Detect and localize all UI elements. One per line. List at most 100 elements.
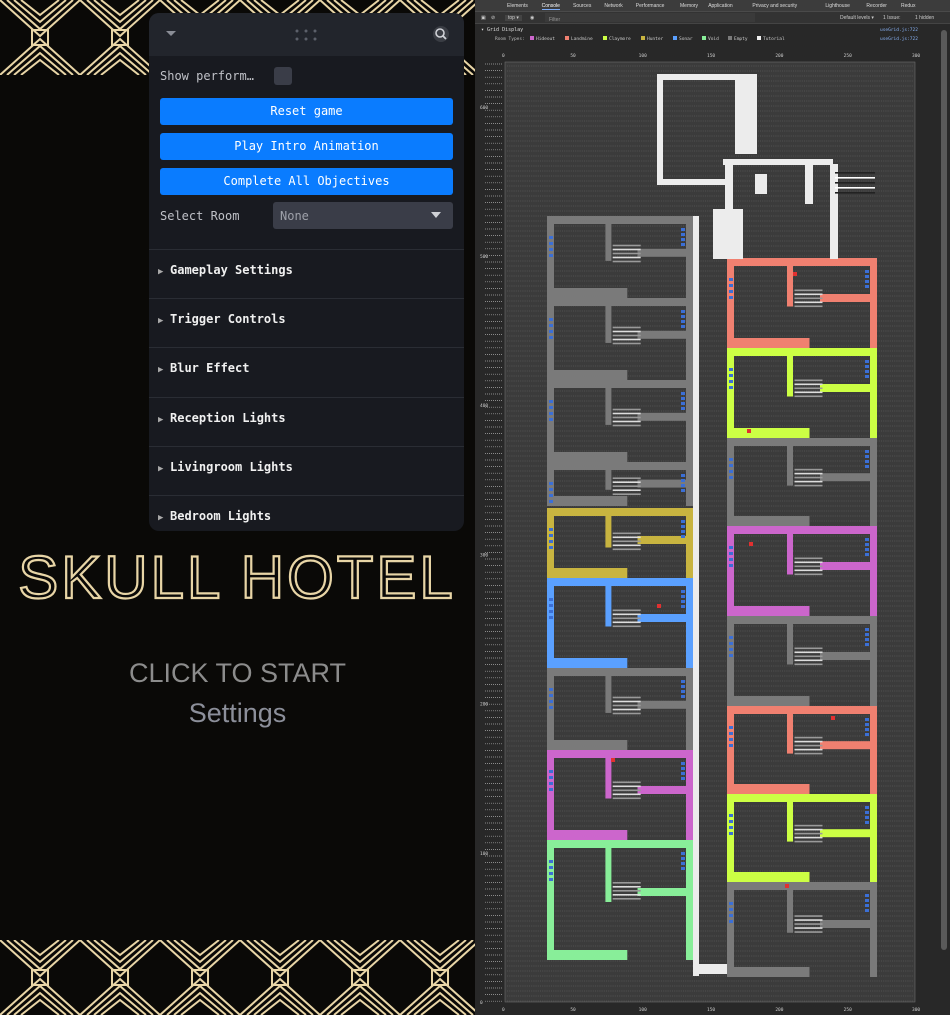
log-levels-select[interactable]: Default levels ▾	[840, 15, 874, 21]
x-tick-label: 0	[502, 53, 505, 59]
x-tick-label-bottom: 250	[844, 1007, 852, 1013]
folder-trigger-controls[interactable]: ▶ Trigger Controls	[149, 298, 464, 347]
devtools-tab-elements[interactable]: Elements	[507, 3, 528, 9]
legend-label: Hideout	[536, 36, 555, 42]
folder-reception-lights[interactable]: ▶ Reception Lights	[149, 397, 464, 446]
y-tick-label: 500	[480, 254, 488, 260]
folder-arrow-icon: ▶	[158, 415, 164, 425]
x-tick-label: 150	[707, 53, 715, 59]
click-to-start-text[interactable]: CLICK TO START	[0, 658, 475, 689]
show-performance-row: Show perform…	[160, 66, 453, 86]
legend-label: Landmine	[571, 36, 593, 42]
x-tick-label: 200	[775, 53, 783, 59]
devtools-tab-console[interactable]: Console	[541, 3, 560, 10]
legend-swatch	[702, 36, 706, 40]
play-intro-button[interactable]: Play Intro Animation	[160, 133, 453, 160]
dropdown-arrow-icon	[431, 212, 441, 218]
x-tick-label: 250	[844, 53, 852, 59]
game-canvas[interactable]: SKULL HOTEL CLICK TO START Settings Show…	[0, 0, 475, 1015]
devtools-tab-redux[interactable]: Redux	[901, 3, 915, 9]
objective-marker	[749, 542, 753, 546]
devtools-panel: Elements Console Sources Network Performance…	[475, 0, 950, 1015]
legend-swatch	[565, 36, 569, 40]
room-types-label: Room Types:	[495, 36, 525, 42]
devtools-tab-memory[interactable]: Memory	[680, 3, 698, 9]
objective-marker	[793, 272, 797, 276]
folder-gameplay-settings[interactable]: ▶ Gameplay Settings	[149, 249, 464, 298]
issues-button[interactable]: 1 Issue:	[883, 15, 901, 21]
x-tick-label-bottom: 50	[570, 1007, 576, 1013]
objective-marker	[831, 716, 835, 720]
x-tick-label-bottom: 300	[912, 1007, 920, 1013]
x-tick-label-bottom: 100	[639, 1007, 647, 1013]
art-deco-border-bottom	[0, 940, 475, 1015]
show-performance-label: Show perform…	[160, 69, 254, 83]
console-sidebar-icon[interactable]: ▣	[481, 15, 486, 21]
devtools-tab-privacy-and-security[interactable]: Privacy and security	[752, 3, 797, 9]
devtools-tab-sources[interactable]: Sources	[573, 3, 591, 9]
corridor-end	[693, 964, 727, 974]
folder-arrow-icon: ▶	[158, 267, 164, 277]
folder-arrow-icon: ▶	[158, 464, 164, 474]
devtools-tab-performance[interactable]: Performance	[636, 3, 665, 9]
eye-icon[interactable]: ◉	[530, 15, 534, 21]
grid-display-log-entry: ▾ Grid Display useGrid.js:722 useGrid.js:7…	[480, 27, 920, 1013]
hidden-count: 1 hidden	[915, 15, 935, 21]
devtools-tab-recorder[interactable]: Recorder	[866, 3, 887, 9]
select-room-row: Select Room None	[160, 202, 453, 229]
console-filter-input[interactable]: Filter	[545, 13, 755, 23]
select-room-value: None	[280, 209, 309, 223]
source-link-2: useGrid.js:722	[880, 36, 918, 42]
devtools-scrollbar[interactable]	[941, 30, 947, 950]
objective-marker	[657, 604, 661, 608]
source-link: useGrid.js:722	[880, 27, 918, 33]
settings-link[interactable]: Settings	[0, 698, 475, 729]
y-tick-label: 0	[480, 1000, 483, 1006]
legend-label: Hunter	[647, 36, 664, 42]
svg-text:SKULL HOTEL: SKULL HOTEL	[18, 544, 456, 610]
x-tick-label: 300	[912, 53, 920, 59]
folder-blur-effect[interactable]: ▶ Blur Effect	[149, 347, 464, 396]
y-tick-label: 200	[480, 702, 488, 708]
devtools-tab-lighthouse[interactable]: Lighthouse	[825, 3, 849, 9]
devtools-tab-bar: Elements Console Sources Network Performance…	[475, 0, 950, 12]
drag-handle-icon[interactable]	[295, 29, 319, 41]
legend-swatch	[530, 36, 534, 40]
objective-marker	[785, 884, 789, 888]
search-icon[interactable]	[432, 25, 450, 43]
objective-marker	[747, 429, 751, 433]
x-tick-label-bottom: 200	[775, 1007, 783, 1013]
corridor	[693, 216, 699, 976]
devtools-tab-application[interactable]: Application	[708, 3, 732, 9]
folder-bedroom-lights[interactable]: ▶ Bedroom Lights	[149, 495, 464, 531]
select-room-dropdown[interactable]: None	[273, 202, 453, 229]
reset-game-button[interactable]: Reset game	[160, 98, 453, 125]
debug-gui-panel: Show perform… Reset game Play Intro Anim…	[149, 13, 464, 531]
folder-arrow-icon: ▶	[158, 513, 164, 523]
legend-label: Tutorial	[763, 36, 785, 42]
collapse-chevron-icon[interactable]	[165, 30, 177, 38]
devtools-tab-network[interactable]: Network	[604, 3, 622, 9]
complete-objectives-button[interactable]: Complete All Objectives	[160, 168, 453, 195]
legend-label: Sonar	[679, 36, 693, 42]
y-tick-label: 400	[480, 403, 488, 409]
context-select[interactable]: top ▾	[505, 15, 522, 21]
folder-arrow-icon: ▶	[158, 316, 164, 326]
clear-console-icon[interactable]: ⊘	[491, 15, 495, 21]
x-tick-label: 100	[639, 53, 647, 59]
folder-livingroom-lights[interactable]: ▶ Livingroom Lights	[149, 446, 464, 495]
legend-label: Claymore	[609, 36, 631, 42]
y-tick-label: 300	[480, 552, 488, 558]
select-room-label: Select Room	[160, 209, 240, 223]
legend-swatch	[641, 36, 645, 40]
legend-swatch	[673, 36, 677, 40]
show-performance-checkbox[interactable]	[274, 67, 292, 85]
legend-swatch	[603, 36, 607, 40]
x-tick-label-bottom: 150	[707, 1007, 715, 1013]
game-title: SKULL HOTEL	[17, 543, 456, 610]
x-tick-label: 50	[570, 53, 576, 59]
folder-arrow-icon: ▶	[158, 365, 164, 375]
console-toolbar: ▣ ⊘ top ▾ ◉ Filter Default levels ▾ 1 Is…	[475, 12, 950, 24]
legend-label: Void	[708, 36, 719, 42]
gui-header[interactable]	[149, 13, 464, 56]
